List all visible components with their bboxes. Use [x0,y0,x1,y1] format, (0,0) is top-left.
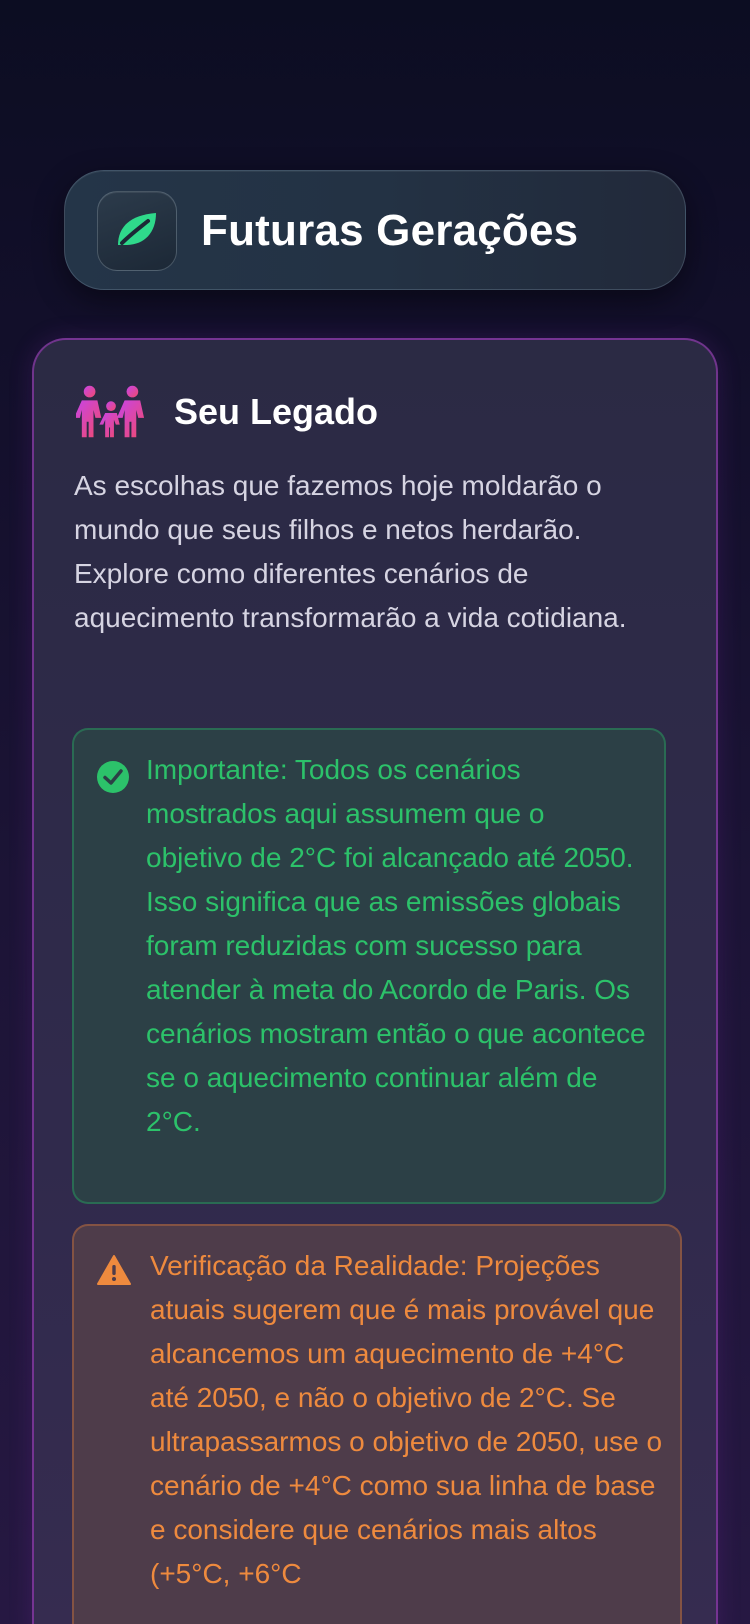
app-title: Futuras Gerações [201,206,579,255]
legacy-header: Seu Legado [76,382,378,442]
legacy-title: Seu Legado [174,391,379,432]
reality-check-text: Verificação da Realidade: Projeções atua… [150,1250,663,1589]
warning-icon [96,1254,132,1291]
legacy-description: As escolhas que fazemos hoje moldarão o … [74,470,627,633]
app-header: Futuras Gerações [64,170,686,290]
leaf-icon [114,209,160,254]
important-note-text: Importante: Todos os cenários mostrados … [146,754,646,1137]
reality-check-note: Verificação da Realidade: Projeções atua… [72,1224,682,1624]
important-note: Importante: Todos os cenários mostrados … [72,728,666,1204]
app-logo [97,191,177,271]
check-circle-icon [96,760,130,799]
family-icon [76,382,146,442]
legacy-card: Seu Legado As escolhas que fazemos hoje … [32,338,718,1624]
